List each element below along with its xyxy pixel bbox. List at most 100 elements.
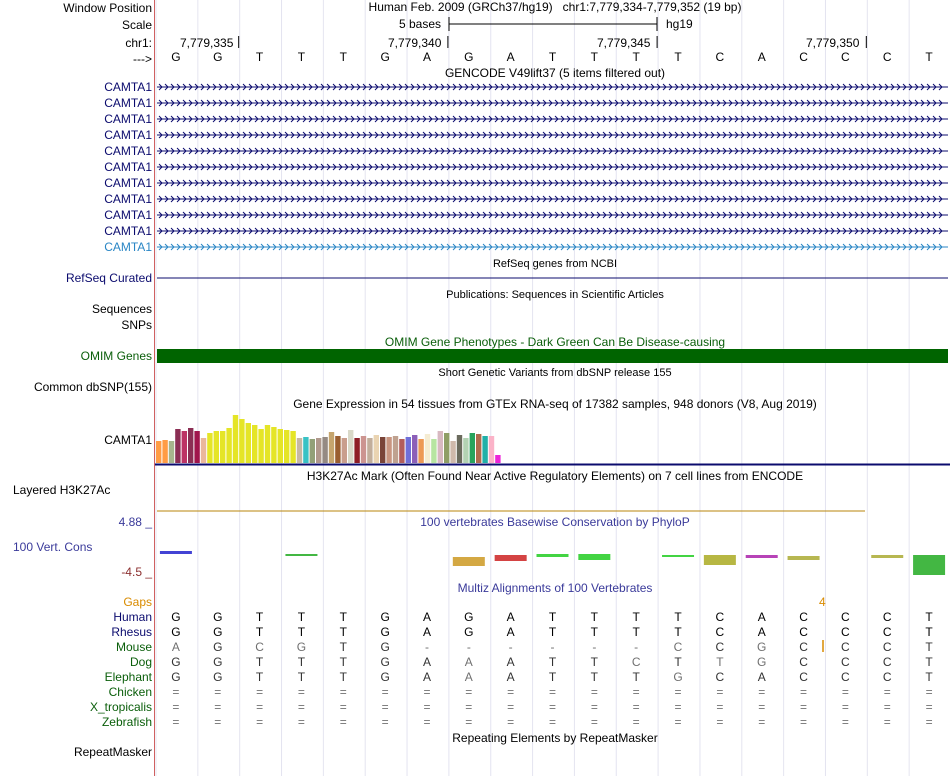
alignment-base: A — [464, 655, 473, 669]
gtex-tissue-bar — [495, 455, 501, 463]
alignment-base: C — [841, 655, 850, 669]
gtex-tissue-bar — [252, 425, 258, 463]
alignment-base: T — [925, 670, 933, 684]
alignment-base: = — [214, 700, 222, 714]
alignment-base: = — [507, 685, 515, 699]
alignment-base: C — [715, 670, 725, 684]
species-label[interactable]: Dog — [0, 655, 152, 669]
species-label[interactable]: X_tropicalis — [0, 700, 152, 714]
alignment-base: - — [466, 640, 471, 654]
alignment-base: G — [380, 610, 390, 624]
gencode-gene-label[interactable]: CAMTA1 — [0, 144, 152, 158]
publications-label[interactable]: Sequences — [0, 302, 152, 316]
gtex-tissue-bar — [380, 437, 386, 463]
gtex-tissue-bar — [213, 431, 219, 463]
alignment-base: C — [841, 625, 850, 639]
alignment-base: = — [716, 685, 724, 699]
gencode-gene-label[interactable]: CAMTA1 — [0, 176, 152, 190]
gtex-tissue-bar — [264, 425, 271, 463]
conservation-glyph — [745, 555, 778, 558]
gencode-gene-label[interactable]: CAMTA1 — [0, 128, 152, 142]
alignment-base: = — [256, 715, 264, 729]
position-header: Human Feb. 2009 (GRCh37/hg19) chr1:7,779… — [368, 0, 742, 14]
conservation-glyph — [703, 555, 736, 565]
alignment-base: A — [506, 625, 515, 639]
alignment-base: C — [882, 655, 892, 669]
gtex-label[interactable]: CAMTA1 — [0, 433, 152, 447]
conservation-glyph — [536, 554, 569, 557]
gencode-gene-label[interactable]: CAMTA1 — [0, 224, 152, 238]
gap-count: 4 — [819, 595, 826, 609]
alignment-base: C — [882, 640, 892, 654]
alignment-base: C — [799, 670, 808, 684]
alignment-base: = — [590, 685, 598, 699]
alignment-base: A — [422, 670, 431, 684]
species-label[interactable]: Elephant — [0, 670, 152, 684]
gencode-gene-label[interactable]: CAMTA1 — [0, 160, 152, 174]
alignment-base: T — [297, 625, 306, 639]
species-label[interactable]: Human — [0, 610, 152, 624]
species-label[interactable]: Mouse — [0, 640, 152, 654]
alignment-base: A — [757, 670, 766, 684]
alignment-base: T — [716, 655, 724, 669]
gtex-tissue-bar — [258, 429, 264, 463]
sequence-base: T — [548, 50, 557, 64]
alignment-base: A — [171, 640, 180, 654]
gtex-tissue-bar — [309, 439, 315, 463]
gtex-tissue-bar — [175, 429, 181, 463]
sequence-base: G — [213, 50, 223, 64]
dbsnp-title: Short Genetic Variants from dbSNP releas… — [438, 367, 672, 379]
alignment-base: T — [548, 670, 557, 684]
sequence-base: A — [422, 50, 431, 64]
gencode-gene-label[interactable]: CAMTA1 — [0, 80, 152, 94]
omim-label[interactable]: OMIM Genes — [0, 349, 152, 363]
alignment-base: T — [339, 640, 347, 654]
alignment-base: = — [381, 715, 389, 729]
conservation-glyph — [578, 554, 611, 560]
species-label[interactable]: Zebrafish — [0, 715, 152, 729]
species-label[interactable]: Chicken — [0, 685, 152, 699]
h3k27ac-label[interactable]: Layered H3K27Ac — [13, 483, 110, 497]
gencode-gene-label[interactable]: CAMTA1 — [0, 240, 152, 254]
sequence-base: G — [380, 50, 390, 64]
gtex-tissue-bar — [354, 438, 360, 463]
gtex-tissue-bar — [271, 427, 277, 463]
gencode-gene-label[interactable]: CAMTA1 — [0, 208, 152, 222]
gtex-tissue-bar — [392, 436, 399, 463]
dbsnp-label[interactable]: Common dbSNP(155) — [0, 380, 152, 394]
publications-title: Publications: Sequences in Scientific Ar… — [446, 289, 664, 301]
sequence-base: G — [464, 50, 474, 64]
alignment-base: = — [507, 700, 515, 714]
alignment-base: T — [925, 640, 933, 654]
repeatmasker-label[interactable]: RepeatMasker — [0, 745, 152, 759]
gtex-tissue-bar — [220, 431, 226, 463]
alignment-base: T — [590, 655, 598, 669]
alignment-base: = — [883, 715, 891, 729]
sequence-base: T — [632, 50, 640, 64]
refseq-label[interactable]: RefSeq Curated — [0, 271, 152, 285]
alignment-base: - — [634, 640, 639, 654]
species-label[interactable]: Rhesus — [0, 625, 152, 639]
sequence-base: C — [841, 50, 850, 64]
alignment-base: = — [297, 685, 305, 699]
gtex-tissue-bar — [418, 439, 424, 463]
alignment-base: = — [841, 685, 849, 699]
alignment-base: A — [464, 670, 473, 684]
conservation-label[interactable]: 100 Vert. Cons — [13, 540, 92, 554]
alignment-base: = — [841, 715, 849, 729]
gencode-gene-label[interactable]: CAMTA1 — [0, 96, 152, 110]
h3k27ac-title: H3K27Ac Mark (Often Found Near Active Re… — [306, 469, 804, 483]
sequence-base: T — [674, 50, 682, 64]
gencode-gene-label[interactable]: CAMTA1 — [0, 112, 152, 126]
omim-bar — [157, 349, 948, 363]
gtex-tissue-bar — [156, 441, 162, 463]
gencode-gene-label[interactable]: CAMTA1 — [0, 192, 152, 206]
alignment-base: G — [380, 655, 390, 669]
conservation-glyph — [871, 555, 904, 558]
sequence-base: T — [297, 50, 306, 64]
gtex-tissue-bar — [463, 438, 469, 463]
alignment-base: C — [715, 610, 725, 624]
alignment-base: C — [882, 670, 892, 684]
alignment-base: = — [423, 715, 431, 729]
sequence-base: A — [757, 50, 766, 64]
